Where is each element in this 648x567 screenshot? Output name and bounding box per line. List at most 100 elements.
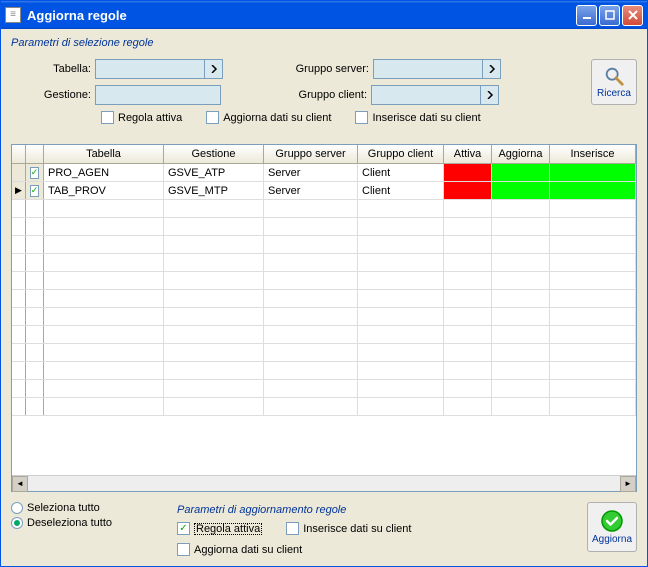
gruppo-server-dropdown-button[interactable]	[483, 59, 501, 79]
col-gruppo-client[interactable]: Gruppo client	[358, 145, 444, 163]
update-inserisce-checkbox[interactable]: Inserisce dati su client	[286, 522, 411, 535]
apply-button[interactable]: Aggiorna	[587, 502, 637, 552]
filter-inserisce-dati-label: Inserisce dati su client	[372, 112, 480, 124]
table-row-empty	[12, 308, 636, 326]
select-all-label: Seleziona tutto	[27, 502, 100, 514]
table-row-empty	[12, 344, 636, 362]
cell-gruppo-server: Server	[264, 182, 358, 199]
scroll-right-button[interactable]: ►	[620, 476, 636, 492]
cell-tabella: TAB_PROV	[44, 182, 164, 199]
filter-section-title: Parametri di selezione regole	[11, 37, 637, 49]
apply-label: Aggiorna	[592, 534, 632, 545]
maximize-button[interactable]	[599, 5, 620, 26]
chevron-right-icon	[486, 91, 494, 99]
row-checkbox[interactable]: ✓	[26, 164, 44, 181]
row-indicator	[12, 164, 26, 181]
update-regola-attiva-label: Regola attiva	[194, 523, 262, 535]
close-button[interactable]	[622, 5, 643, 26]
checkbox-icon	[101, 111, 114, 124]
row-indicator: ▶	[12, 182, 26, 199]
col-check	[26, 145, 44, 163]
cell-inserisce	[550, 182, 636, 199]
filter-inserisce-dati-checkbox[interactable]: Inserisce dati su client	[355, 111, 480, 124]
table-row-empty	[12, 200, 636, 218]
cell-attiva	[444, 164, 492, 181]
update-section-title: Parametri di aggiornamento regole	[177, 504, 571, 516]
window-title: Aggiorna regole	[27, 8, 127, 23]
cell-gestione: GSVE_ATP	[164, 164, 264, 181]
tabella-label: Tabella:	[11, 63, 95, 75]
table-row-empty	[12, 254, 636, 272]
cell-gruppo-client: Client	[358, 182, 444, 199]
titlebar[interactable]: Aggiorna regole	[1, 1, 647, 29]
minimize-icon	[582, 10, 592, 20]
update-inserisce-label: Inserisce dati su client	[303, 523, 411, 535]
tabella-input[interactable]	[95, 59, 205, 79]
checkbox-icon	[355, 111, 368, 124]
chevron-right-icon	[488, 65, 496, 73]
col-aggiorna[interactable]: Aggiorna	[492, 145, 550, 163]
col-attiva[interactable]: Attiva	[444, 145, 492, 163]
table-row-empty	[12, 218, 636, 236]
gruppo-client-label: Gruppo client:	[261, 89, 371, 101]
cell-attiva	[444, 182, 492, 199]
close-icon	[628, 10, 638, 20]
update-regola-attiva-checkbox[interactable]: ✓ Regola attiva	[177, 522, 262, 535]
tabella-dropdown-button[interactable]	[205, 59, 223, 79]
filter-regola-attiva-label: Regola attiva	[118, 112, 182, 124]
table-row-empty	[12, 362, 636, 380]
cell-gruppo-server: Server	[264, 164, 358, 181]
filter-aggiorna-dati-checkbox[interactable]: Aggiorna dati su client	[206, 111, 331, 124]
cell-aggiorna	[492, 164, 550, 181]
table-row-empty	[12, 380, 636, 398]
gruppo-client-dropdown-button[interactable]	[481, 85, 499, 105]
gruppo-server-label: Gruppo server:	[263, 63, 373, 75]
check-circle-icon	[600, 509, 624, 533]
search-button[interactable]: Ricerca	[591, 59, 637, 105]
filter-regola-attiva-checkbox[interactable]: Regola attiva	[101, 111, 182, 124]
table-row-empty	[12, 290, 636, 308]
table-row-empty	[12, 398, 636, 416]
table-row-empty	[12, 326, 636, 344]
col-indicator	[12, 145, 26, 163]
table-row-empty	[12, 236, 636, 254]
update-aggiorna-label: Aggiorna dati su client	[194, 544, 302, 556]
checkbox-icon	[206, 111, 219, 124]
gestione-input[interactable]	[95, 85, 221, 105]
table-row-empty	[12, 272, 636, 290]
scroll-left-button[interactable]: ◄	[12, 476, 28, 492]
gruppo-server-input[interactable]	[373, 59, 483, 79]
gruppo-client-input[interactable]	[371, 85, 481, 105]
maximize-icon	[605, 10, 615, 20]
checkbox-icon	[177, 543, 190, 556]
grid-horizontal-scrollbar[interactable]: ◄ ►	[12, 475, 636, 491]
deselect-all-label: Deseleziona tutto	[27, 517, 112, 529]
deselect-all-radio[interactable]: Deseleziona tutto	[11, 517, 161, 529]
cell-inserisce	[550, 164, 636, 181]
checkbox-icon: ✓	[177, 522, 190, 535]
col-tabella[interactable]: Tabella	[44, 145, 164, 163]
rules-grid[interactable]: Tabella Gestione Gruppo server Gruppo cl…	[11, 144, 637, 492]
cell-gestione: GSVE_MTP	[164, 182, 264, 199]
cell-aggiorna	[492, 182, 550, 199]
select-all-radio[interactable]: Seleziona tutto	[11, 502, 161, 514]
app-icon	[5, 7, 21, 23]
col-gruppo-server[interactable]: Gruppo server	[264, 145, 358, 163]
cell-gruppo-client: Client	[358, 164, 444, 181]
chevron-right-icon	[210, 65, 218, 73]
gestione-label: Gestione:	[11, 89, 95, 101]
filter-aggiorna-dati-label: Aggiorna dati su client	[223, 112, 331, 124]
row-checkbox[interactable]: ✓	[26, 182, 44, 199]
col-gestione[interactable]: Gestione	[164, 145, 264, 163]
search-label: Ricerca	[597, 88, 631, 99]
cell-tabella: PRO_AGEN	[44, 164, 164, 181]
checkbox-icon	[286, 522, 299, 535]
table-row[interactable]: ▶✓TAB_PROVGSVE_MTPServerClient	[12, 182, 636, 200]
search-icon	[603, 65, 625, 87]
minimize-button[interactable]	[576, 5, 597, 26]
update-aggiorna-checkbox[interactable]: Aggiorna dati su client	[177, 543, 302, 556]
table-row[interactable]: ✓PRO_AGENGSVE_ATPServerClient	[12, 164, 636, 182]
radio-icon	[11, 502, 23, 514]
col-inserisce[interactable]: Inserisce	[550, 145, 636, 163]
radio-icon	[11, 517, 23, 529]
